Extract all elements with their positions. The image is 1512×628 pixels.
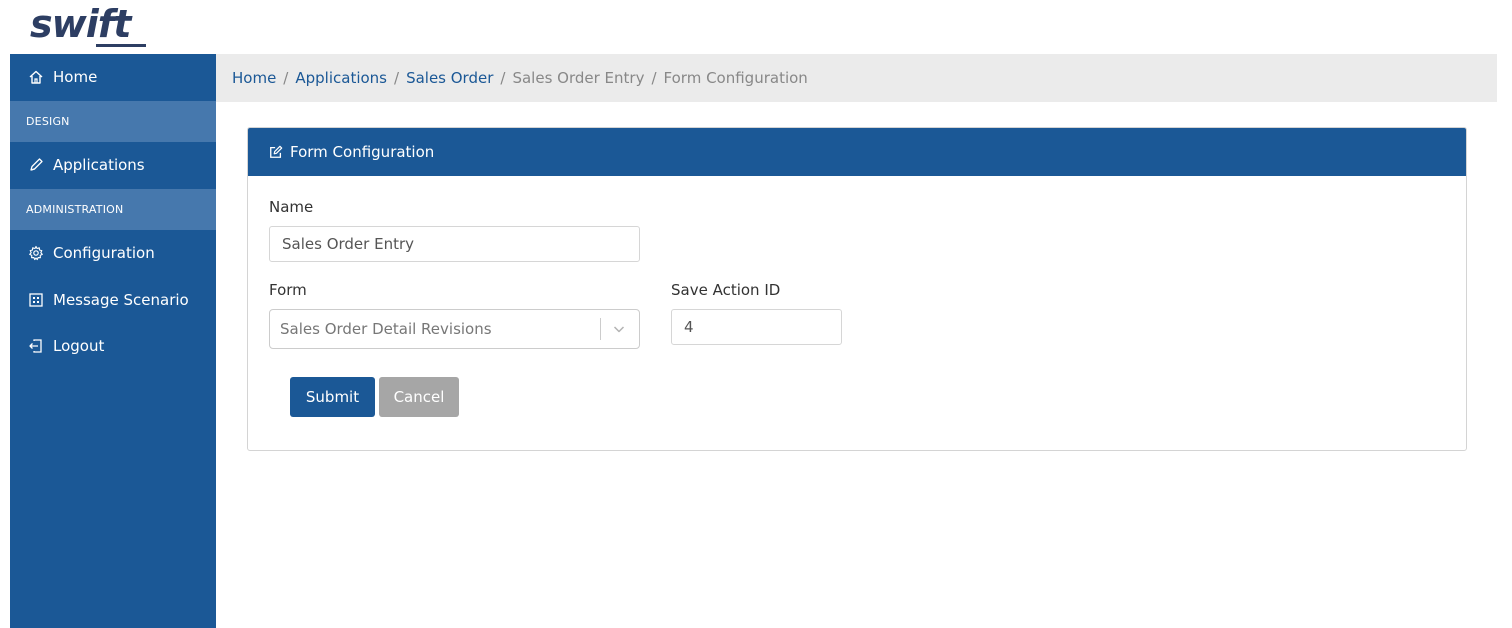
breadcrumb-current: Form Configuration <box>663 69 808 87</box>
sidebar-item-label: Logout <box>53 337 105 355</box>
breadcrumb-separator: / <box>394 69 400 87</box>
sidebar-item-label: Applications <box>53 156 145 174</box>
sidebar-item-applications[interactable]: Applications <box>10 142 216 188</box>
logout-icon <box>27 337 45 355</box>
save-action-label: Save Action ID <box>671 281 781 299</box>
gear-icon <box>27 244 45 262</box>
pencil-icon <box>27 156 45 174</box>
form-select-value: Sales Order Detail Revisions <box>280 320 492 338</box>
breadcrumb-sales-order-entry: Sales Order Entry <box>512 69 645 87</box>
form-label: Form <box>269 281 307 299</box>
app-header: swift <box>0 0 1512 54</box>
sidebar-item-logout[interactable]: Logout <box>10 323 216 369</box>
save-action-input[interactable]: 4 <box>671 309 842 345</box>
breadcrumb-home[interactable]: Home <box>232 69 276 87</box>
panel-title: Form Configuration <box>290 143 435 161</box>
sidebar-section-administration: ADMINISTRATION <box>10 189 216 230</box>
name-input[interactable]: Sales Order Entry <box>269 226 640 262</box>
breadcrumb-separator: / <box>651 69 657 87</box>
save-action-input-value: 4 <box>684 318 694 336</box>
sidebar-item-configuration[interactable]: Configuration <box>10 230 216 276</box>
name-input-value: Sales Order Entry <box>282 235 414 253</box>
breadcrumb-sales-order[interactable]: Sales Order <box>406 69 493 87</box>
sidebar-item-home[interactable]: Home <box>10 54 216 100</box>
breadcrumb-applications[interactable]: Applications <box>295 69 387 87</box>
sidebar: Home DESIGN Applications ADMINISTRATION … <box>10 54 216 628</box>
sidebar-item-label: Message Scenario <box>53 291 189 309</box>
grid-icon <box>27 291 45 309</box>
submit-button[interactable]: Submit <box>290 377 375 417</box>
form-select[interactable]: Sales Order Detail Revisions <box>269 309 640 349</box>
app-logo[interactable]: swift <box>30 2 131 46</box>
sidebar-item-message-scenario[interactable]: Message Scenario <box>10 277 216 323</box>
cancel-button[interactable]: Cancel <box>379 377 459 417</box>
edit-icon <box>268 144 284 160</box>
logo-underline <box>96 44 146 47</box>
panel-header: Form Configuration <box>248 128 1466 176</box>
breadcrumb-separator: / <box>283 69 289 87</box>
select-separator <box>600 318 601 340</box>
sidebar-section-design: DESIGN <box>10 101 216 142</box>
breadcrumb: Home / Applications / Sales Order / Sale… <box>216 54 1497 102</box>
form-configuration-panel: Form Configuration Name Sales Order Entr… <box>247 127 1467 451</box>
chevron-down-icon[interactable] <box>611 321 627 337</box>
home-icon <box>27 68 45 86</box>
sidebar-item-label: Home <box>53 68 98 86</box>
breadcrumb-separator: / <box>500 69 506 87</box>
sidebar-item-label: Configuration <box>53 244 155 262</box>
name-label: Name <box>269 198 314 216</box>
